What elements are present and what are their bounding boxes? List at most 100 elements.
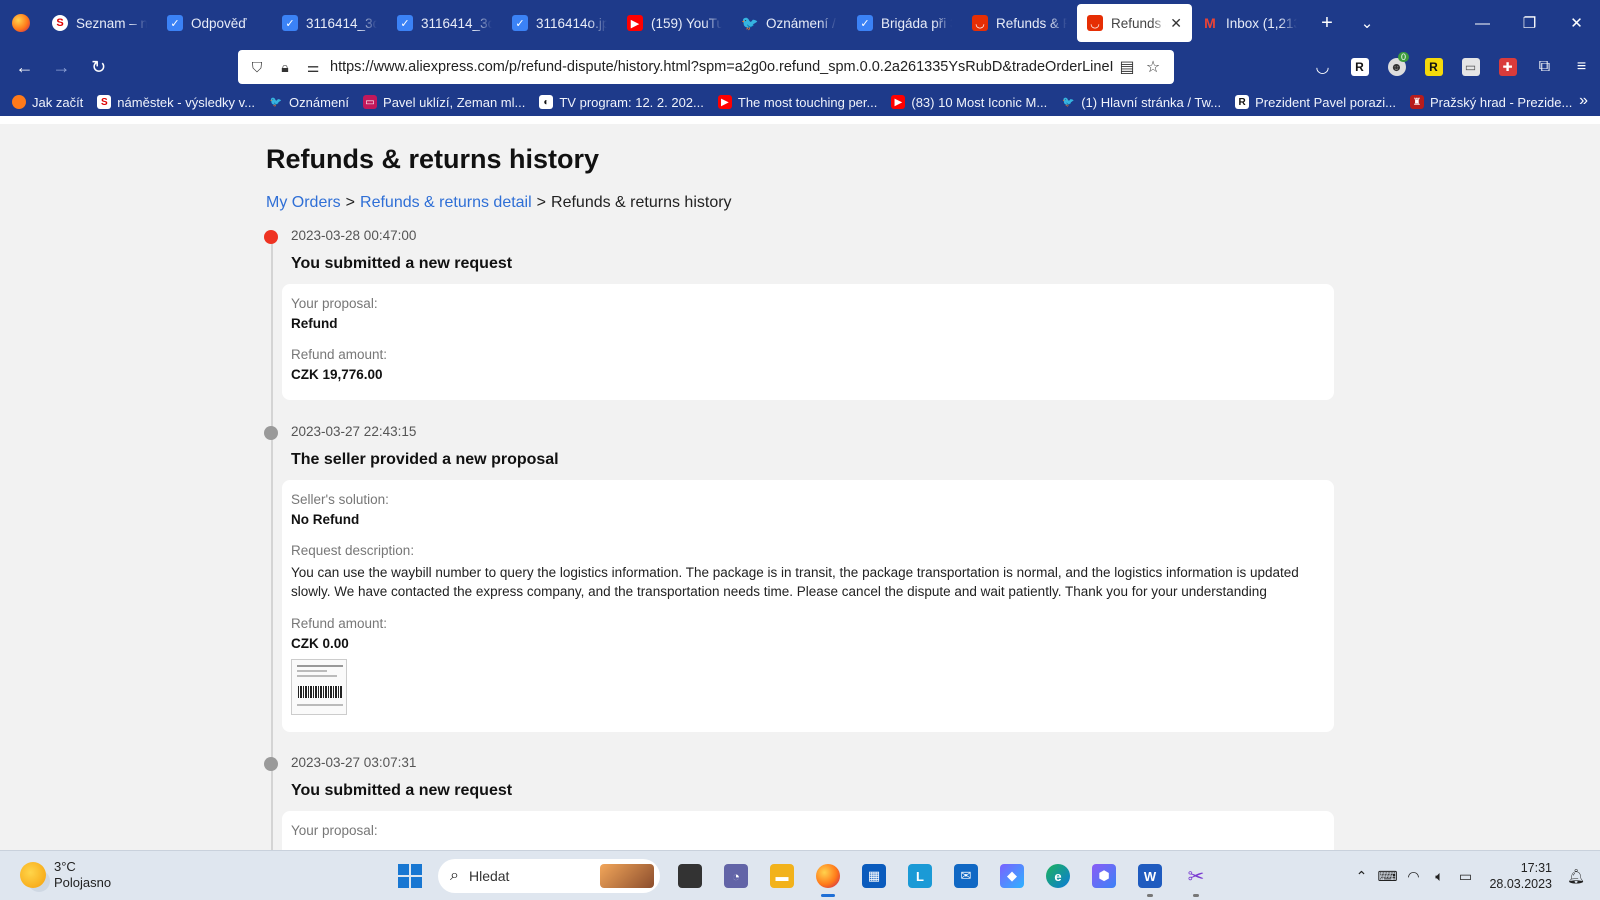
extensions-puzzle-icon[interactable]: ⧉: [1526, 46, 1563, 88]
field-label: Your proposal:: [291, 296, 378, 311]
hamburger-menu-icon[interactable]: ≡: [1563, 46, 1600, 88]
tab-refunds-1[interactable]: ◡ Refunds & R: [962, 0, 1077, 46]
restore-icon[interactable]: ❐: [1506, 0, 1553, 46]
tab-label: (159) YouTub: [651, 15, 722, 31]
bookmark-item[interactable]: 🐦 Oznámení: [269, 95, 349, 110]
field-value: CZK 0.00: [291, 636, 349, 651]
weather-widget[interactable]: 3°C Polojasno: [20, 859, 111, 891]
tab-gmail[interactable]: M Inbox (1,213): [1192, 0, 1307, 46]
show-hidden-icons-icon[interactable]: ⌃: [1349, 868, 1373, 885]
bookmark-item[interactable]: ▶ The most touching per...: [717, 95, 877, 110]
tab-image-3[interactable]: ✓ 3116414o.jp: [502, 0, 617, 46]
copilot-app-icon[interactable]: ◆: [994, 858, 1030, 894]
edge-icon[interactable]: e: [1040, 858, 1076, 894]
reload-icon[interactable]: ↻: [80, 51, 117, 83]
waybill-image-thumbnail[interactable]: [291, 659, 347, 715]
clock[interactable]: 17:31 28.03.2023: [1489, 860, 1552, 892]
field-value: Refund: [291, 316, 338, 331]
tab-label: 3116414_3o: [306, 15, 377, 31]
task-view-icon[interactable]: [672, 858, 708, 894]
breadcrumb-separator: >: [536, 194, 547, 211]
forward-icon[interactable]: →: [43, 51, 80, 83]
firefox-taskbar-icon[interactable]: [810, 858, 846, 897]
lock-icon[interactable]: 🔒︎: [274, 56, 296, 78]
pocket-icon[interactable]: ◡: [1304, 46, 1341, 88]
notifications-icon[interactable]: 🔔︎: [1564, 868, 1588, 885]
tab-brigada[interactable]: ✓ Brigáda při 3: [847, 0, 962, 46]
tab-label: Odpověď: [191, 15, 247, 31]
bookmark-label: Oznámení: [289, 94, 350, 110]
tab-label: Refunds & R: [996, 15, 1067, 31]
tab-youtube[interactable]: ▶ (159) YouTub: [617, 0, 732, 46]
tab-seznam[interactable]: S Seznam – na: [42, 0, 157, 46]
bookmark-item[interactable]: ♜ Pražský hrad - Prezide...: [1410, 95, 1572, 110]
bookmark-star-icon[interactable]: ☆: [1140, 57, 1166, 77]
breadcrumb-my-orders[interactable]: My Orders: [266, 194, 341, 211]
bookmark-item[interactable]: ▶ (83) 10 Most Iconic M...: [891, 95, 1047, 110]
firefox-menu-icon[interactable]: [0, 0, 42, 46]
bookmark-item[interactable]: 🐦 (1) Hlavní stránka / Tw...: [1061, 95, 1221, 110]
reader-view-icon[interactable]: ▤: [1114, 57, 1140, 77]
breadcrumb-refunds-detail[interactable]: Refunds & returns detail: [360, 194, 532, 211]
tab-twitter[interactable]: 🐦 Oznámení / T: [732, 0, 847, 46]
back-icon[interactable]: ←: [6, 51, 43, 83]
tab-label: Brigáda při 3: [881, 15, 952, 31]
navigation-toolbar: ← → ↻ ⛉ 🔒︎ ⚌ https://www.aliexpress.com/…: [0, 46, 1600, 88]
snipping-tool-icon[interactable]: ✂: [1178, 858, 1214, 897]
word-icon[interactable]: W: [1132, 858, 1168, 897]
permissions-icon[interactable]: ⚌: [302, 56, 324, 78]
more-bookmarks-icon[interactable]: »: [1579, 92, 1588, 110]
url-bar[interactable]: ⛉ 🔒︎ ⚌ https://www.aliexpress.com/p/refu…: [238, 50, 1174, 84]
keyboard-icon[interactable]: ⌨: [1375, 868, 1399, 885]
mail-icon[interactable]: ✉: [948, 858, 984, 894]
bookmark-label: (1) Hlavní stránka / Tw...: [1081, 94, 1222, 110]
microsoft-store-icon[interactable]: ▦: [856, 858, 892, 894]
start-button[interactable]: [392, 858, 428, 894]
battery-icon[interactable]: ▭: [1453, 868, 1477, 885]
url-text[interactable]: https://www.aliexpress.com/p/refund-disp…: [330, 59, 1114, 75]
list-tabs-icon[interactable]: ⌄: [1347, 14, 1387, 32]
taskbar-search[interactable]: ⌕ Hledat: [438, 859, 660, 893]
close-window-icon[interactable]: ✕: [1553, 0, 1600, 46]
tab-odpoved[interactable]: ✓ Odpověď: [157, 0, 272, 46]
wifi-icon[interactable]: ◠: [1401, 868, 1425, 885]
search-icon: ⌕: [450, 867, 459, 884]
tab-refunds-active[interactable]: ◡ Refunds & R ✕: [1077, 4, 1192, 42]
bookmark-item[interactable]: Jak začít: [12, 95, 83, 110]
minimize-icon[interactable]: —: [1459, 0, 1506, 46]
document-extension-icon[interactable]: ▭: [1452, 46, 1489, 88]
notification-extension-icon[interactable]: ☻ 0: [1378, 46, 1415, 88]
twitter-icon: 🐦: [1061, 96, 1075, 108]
event-title: The seller provided a new proposal: [291, 451, 559, 468]
file-explorer-icon[interactable]: ▬: [764, 858, 800, 894]
bookmark-label: Pavel uklízí, Zeman ml...: [383, 94, 526, 110]
app-hexagon-icon[interactable]: ⬢: [1086, 858, 1122, 894]
breadcrumb-current: Refunds & returns history: [551, 194, 732, 211]
teams-chat-icon[interactable]: ◔: [718, 858, 754, 894]
windows-taskbar: 3°C Polojasno ⌕ Hledat ◔ ▬ ▦ L ✉ ◆ e ⬢ W…: [0, 850, 1600, 900]
bookmark-item[interactable]: R Prezident Pavel porazi...: [1235, 95, 1396, 110]
field-value: CZK 19,776.00: [291, 367, 383, 382]
tab-image-2[interactable]: ✓ 3116414_3o: [387, 0, 502, 46]
tab-label: Oznámení / T: [766, 15, 837, 31]
l-app-icon[interactable]: L: [902, 858, 938, 894]
volume-icon[interactable]: 🔈︎: [1427, 868, 1451, 885]
bookmark-item[interactable]: Snáměstek - výsledky v...: [97, 95, 255, 110]
bookmark-item[interactable]: ◐ TV program: 12. 2. 202...: [539, 95, 704, 110]
request-description-text: You can use the waybill number to query …: [291, 565, 1299, 599]
bookmark-item[interactable]: ▭ Pavel uklízí, Zeman ml...: [363, 95, 525, 110]
field-label: Seller's solution:: [291, 492, 389, 507]
r-extension-icon[interactable]: R: [1341, 46, 1378, 88]
tab-label: Inbox (1,213): [1226, 15, 1297, 31]
windows-logo-icon: [398, 864, 422, 888]
tab-label: Seznam – na: [76, 15, 147, 31]
medical-extension-icon[interactable]: ✚: [1489, 46, 1526, 88]
r-yellow-extension-icon[interactable]: R: [1415, 46, 1452, 88]
bookmark-label: Jak začít: [32, 94, 84, 110]
weather-description: Polojasno: [54, 875, 112, 890]
tab-image-1[interactable]: ✓ 3116414_3o: [272, 0, 387, 46]
check-icon: ✓: [512, 15, 528, 31]
new-tab-icon[interactable]: +: [1307, 12, 1347, 35]
close-tab-icon[interactable]: ✕: [1170, 15, 1182, 32]
shield-icon[interactable]: ⛉: [246, 56, 268, 78]
